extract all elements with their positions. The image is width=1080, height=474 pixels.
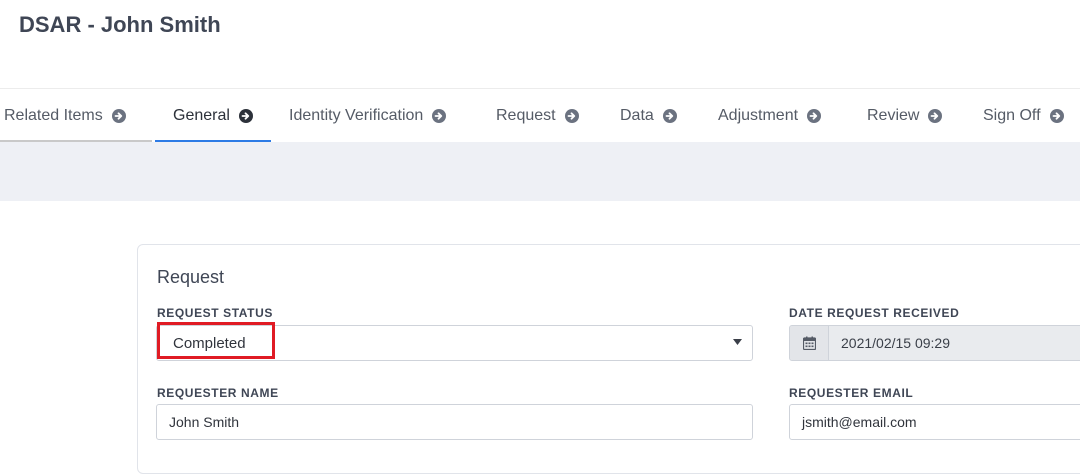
- banner-strip: [0, 142, 1080, 201]
- arrow-circle-right-icon: [807, 108, 822, 123]
- tab-label: Data: [620, 106, 654, 124]
- tab-adjustment[interactable]: Adjustment: [718, 89, 822, 142]
- arrow-circle-right-icon: [238, 108, 253, 123]
- tab-related-items[interactable]: Related Items: [0, 89, 152, 143]
- tab-label: General: [173, 106, 230, 124]
- calendar-icon: [802, 336, 816, 350]
- request-status-value: Completed: [173, 335, 246, 352]
- tab-review[interactable]: Review: [867, 89, 943, 142]
- requester-name-input[interactable]: John Smith: [156, 404, 753, 440]
- arrow-circle-right-icon: [1049, 108, 1064, 123]
- tab-bar: Related Items General Identity Verificat…: [0, 88, 1080, 143]
- arrow-circle-right-icon: [111, 108, 126, 123]
- date-received-value: 2021/02/15 09:29: [841, 335, 950, 351]
- tab-label: Related Items: [4, 106, 103, 124]
- tab-label: Review: [867, 106, 920, 124]
- tab-label: Adjustment: [718, 106, 799, 124]
- request-card: Request REQUEST STATUS Completed DATE RE…: [137, 244, 1080, 474]
- tab-label: Identity Verification: [289, 106, 424, 124]
- page-title: DSAR - John Smith: [19, 12, 221, 37]
- date-received-field[interactable]: 2021/02/15 09:29: [789, 325, 1080, 361]
- arrow-circle-right-icon: [662, 108, 677, 123]
- caret-down-icon: [733, 339, 742, 345]
- tab-request[interactable]: Request: [496, 89, 579, 142]
- requester-email-label: REQUESTER EMAIL: [789, 386, 914, 400]
- date-received-label: DATE REQUEST RECEIVED: [789, 306, 960, 320]
- requester-email-input[interactable]: jsmith@email.com: [789, 404, 1080, 440]
- arrow-circle-right-icon: [564, 108, 579, 123]
- request-status-select[interactable]: Completed: [156, 325, 753, 361]
- tab-general[interactable]: General: [155, 89, 271, 143]
- arrow-circle-right-icon: [432, 108, 447, 123]
- tab-data[interactable]: Data: [620, 89, 677, 142]
- tab-label: Request: [496, 106, 556, 124]
- requester-name-label: REQUESTER NAME: [157, 386, 279, 400]
- tab-identity-verification[interactable]: Identity Verification: [289, 89, 447, 142]
- tab-sign-off[interactable]: Sign Off: [983, 89, 1064, 142]
- calendar-addon[interactable]: [790, 326, 829, 360]
- card-title: Request: [157, 267, 225, 287]
- request-status-label: REQUEST STATUS: [157, 306, 273, 320]
- tab-label: Sign Off: [983, 106, 1041, 124]
- arrow-circle-right-icon: [928, 108, 943, 123]
